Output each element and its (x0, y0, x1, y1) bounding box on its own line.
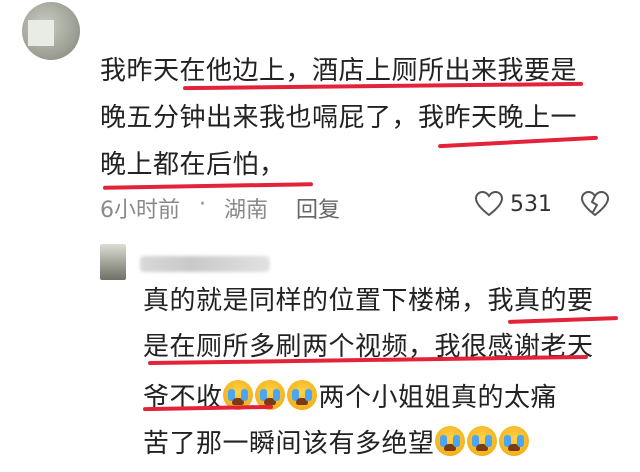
crying-face-emoji (498, 426, 529, 456)
comment-text-line: 苦了那一瞬间该有多绝望 (143, 426, 531, 457)
comment-time: 6小时前 (100, 198, 180, 223)
crying-face-emoji (434, 426, 465, 456)
like-count: 531 (510, 192, 552, 217)
red-underline (102, 182, 314, 190)
comment-text-segment: 苦了那一瞬间该有多绝望 (143, 429, 435, 459)
meta-separator: · (199, 192, 206, 217)
crying-face-emoji (466, 426, 497, 456)
avatar[interactable] (22, 2, 80, 60)
red-underline (438, 135, 598, 149)
heart-outline-icon[interactable] (474, 190, 504, 218)
username-blurred (140, 256, 270, 272)
reply-button[interactable]: 回复 (296, 192, 340, 224)
comment-text-line: 我昨天在他边上，酒店上厕所出来我要是 (100, 56, 578, 86)
crying-face-emoji (286, 380, 317, 410)
broken-heart-icon[interactable] (580, 190, 610, 218)
comment-text-line: 晚五分钟出来我也嗝屁了，我昨天晚上一 (100, 103, 578, 133)
comment-text-segment: 两个小姐姐真的太痛 (318, 383, 558, 413)
comment-text-line: 晚上都在后怕， (100, 150, 286, 180)
comment-location: 湖南 (224, 198, 269, 223)
avatar[interactable] (100, 244, 126, 280)
comment-text-line: 真的就是同样的位置下楼梯，我真的要 (143, 286, 594, 316)
red-underline (507, 316, 619, 324)
